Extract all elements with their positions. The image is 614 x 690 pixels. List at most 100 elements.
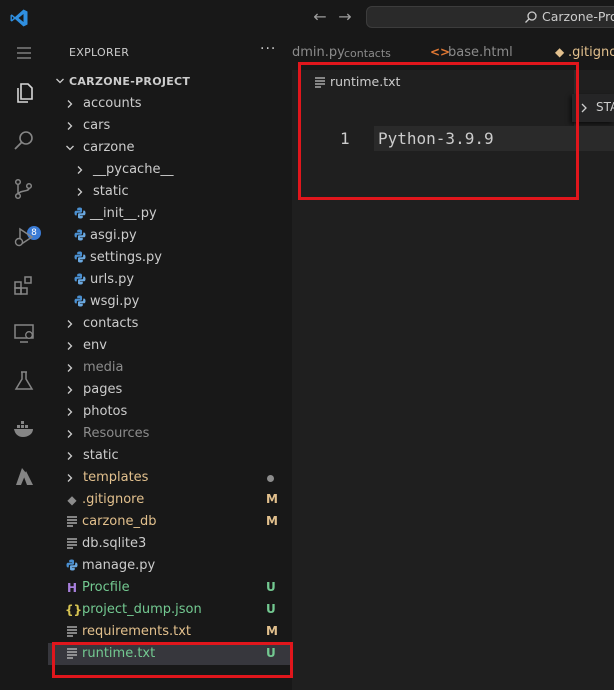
chevron-right-icon (77, 166, 83, 174)
tree-item-label: requirements.txt (82, 624, 192, 639)
tree-item[interactable]: requirements.txt M (48, 621, 292, 643)
chevron-right-icon (67, 386, 73, 394)
command-center-search[interactable]: Carzone-Project (366, 6, 614, 28)
chevron-right-icon (67, 474, 73, 482)
tree-item[interactable]: contacts (48, 313, 292, 335)
tree-item-label: accounts (83, 96, 142, 111)
remote-explorer-icon[interactable] (12, 321, 36, 345)
tree-item[interactable]: media (48, 357, 292, 379)
tree-item[interactable]: templates (48, 467, 292, 489)
explorer-files-icon[interactable] (12, 81, 36, 105)
tree-item[interactable]: wsgi.py (48, 291, 292, 313)
explorer-sidebar: EXPLORER ··· CARZONE-PROJECT accounts car… (48, 35, 292, 690)
source-control-icon[interactable] (12, 177, 36, 201)
chevron-down-icon (56, 78, 64, 84)
git-status-badge: M (266, 514, 278, 528)
search-icon[interactable] (12, 129, 36, 153)
tree-item[interactable]: static (48, 445, 292, 467)
docker-icon[interactable] (12, 417, 36, 441)
chevron-right-icon (581, 103, 587, 113)
tree-item-label: Procfile (82, 580, 130, 595)
menu-icon[interactable] (14, 43, 34, 63)
tree-item[interactable]: cars (48, 115, 292, 137)
git-status-badge: M (266, 492, 278, 506)
chevron-right-icon (67, 430, 73, 438)
peek-panel-label: STA (596, 100, 614, 114)
search-icon (525, 11, 537, 23)
chevron-right-icon (67, 452, 73, 460)
chevron-down-icon (66, 145, 74, 151)
python-file-icon (73, 251, 87, 265)
git-status-badge: U (266, 602, 276, 616)
git-status-badge: U (266, 580, 276, 594)
tree-item[interactable]: carzone (48, 137, 292, 159)
tab-label: dmin.py (292, 45, 345, 60)
git-status-badge: M (266, 624, 278, 638)
tab-description: contacts (344, 47, 391, 60)
command-center-text: Carzone-Project (542, 9, 614, 24)
tab-label: .gitignore (568, 45, 614, 60)
text-file-icon (65, 625, 79, 639)
project-name: CARZONE-PROJECT (69, 75, 191, 88)
testing-flask-icon[interactable] (12, 369, 36, 393)
tree-item-label: urls.py (90, 272, 135, 287)
chevron-right-icon (67, 364, 73, 372)
tree-item[interactable]: env (48, 335, 292, 357)
tab-label: base.html (448, 45, 513, 60)
tree-item[interactable]: ◆ .gitignore M (48, 489, 292, 511)
more-actions-button[interactable]: ··· (260, 41, 276, 57)
tree-item-label: db.sqlite3 (82, 536, 147, 551)
tree-item-label: static (83, 448, 119, 463)
tree-item[interactable]: pages (48, 379, 292, 401)
tree-item[interactable]: static (48, 181, 292, 203)
extensions-icon[interactable] (12, 273, 36, 297)
git-file-icon: ◆ (555, 45, 565, 59)
chevron-right-icon (67, 122, 73, 130)
azure-icon[interactable] (12, 465, 36, 489)
tree-item-label: project_dump.json (82, 602, 202, 617)
tree-item[interactable]: db.sqlite3 (48, 533, 292, 555)
tree-item-label: .gitignore (82, 492, 145, 507)
git-file-icon: ◆ (67, 493, 77, 507)
tree-item-label: static (93, 184, 129, 199)
vscode-logo-icon (10, 9, 28, 27)
title-bar: ← → Carzone-Project (0, 0, 614, 35)
tree-item-label: pages (83, 382, 123, 397)
tree-item[interactable]: settings.py (48, 247, 292, 269)
tree-item-label: photos (83, 404, 128, 419)
chevron-right-icon (67, 408, 73, 416)
tree-item[interactable]: asgi.py (48, 225, 292, 247)
tree-item[interactable]: photos (48, 401, 292, 423)
forward-arrow-icon[interactable]: → (336, 8, 354, 26)
tree-item[interactable]: __pycache__ (48, 159, 292, 181)
highlight-box-editor (298, 62, 579, 200)
tree-item[interactable]: Resources (48, 423, 292, 445)
tree-item[interactable]: H Procfile U (48, 577, 292, 599)
chevron-right-icon (67, 320, 73, 328)
python-file-icon (65, 559, 79, 573)
tree-item[interactable]: carzone_db M (48, 511, 292, 533)
highlight-box-runtime-file (52, 642, 293, 678)
run-debug-icon[interactable] (12, 225, 36, 249)
python-file-icon (73, 207, 87, 221)
json-file-icon: {} (65, 603, 83, 617)
explorer-title: EXPLORER (69, 46, 130, 59)
tree-item-label: carzone (83, 140, 135, 155)
tree-item[interactable]: accounts (48, 93, 292, 115)
text-file-icon (65, 515, 79, 529)
tree-item-label: __init__.py (90, 206, 157, 221)
tree-item-label: wsgi.py (90, 294, 140, 309)
heroku-file-icon: H (66, 581, 78, 595)
tree-item-label: asgi.py (90, 228, 137, 243)
chevron-right-icon (77, 188, 83, 196)
tree-item-label: cars (83, 118, 111, 133)
tree-item[interactable]: manage.py (48, 555, 292, 577)
back-arrow-icon[interactable]: ← (311, 8, 329, 26)
tree-item[interactable]: {} project_dump.json U (48, 599, 292, 621)
tree-item[interactable]: __init__.py (48, 203, 292, 225)
tree-item-label: manage.py (82, 558, 156, 573)
tree-item-label: env (83, 338, 107, 353)
tree-item[interactable]: urls.py (48, 269, 292, 291)
project-folder-header[interactable]: CARZONE-PROJECT (48, 71, 292, 93)
tree-item-label: Resources (83, 426, 150, 441)
